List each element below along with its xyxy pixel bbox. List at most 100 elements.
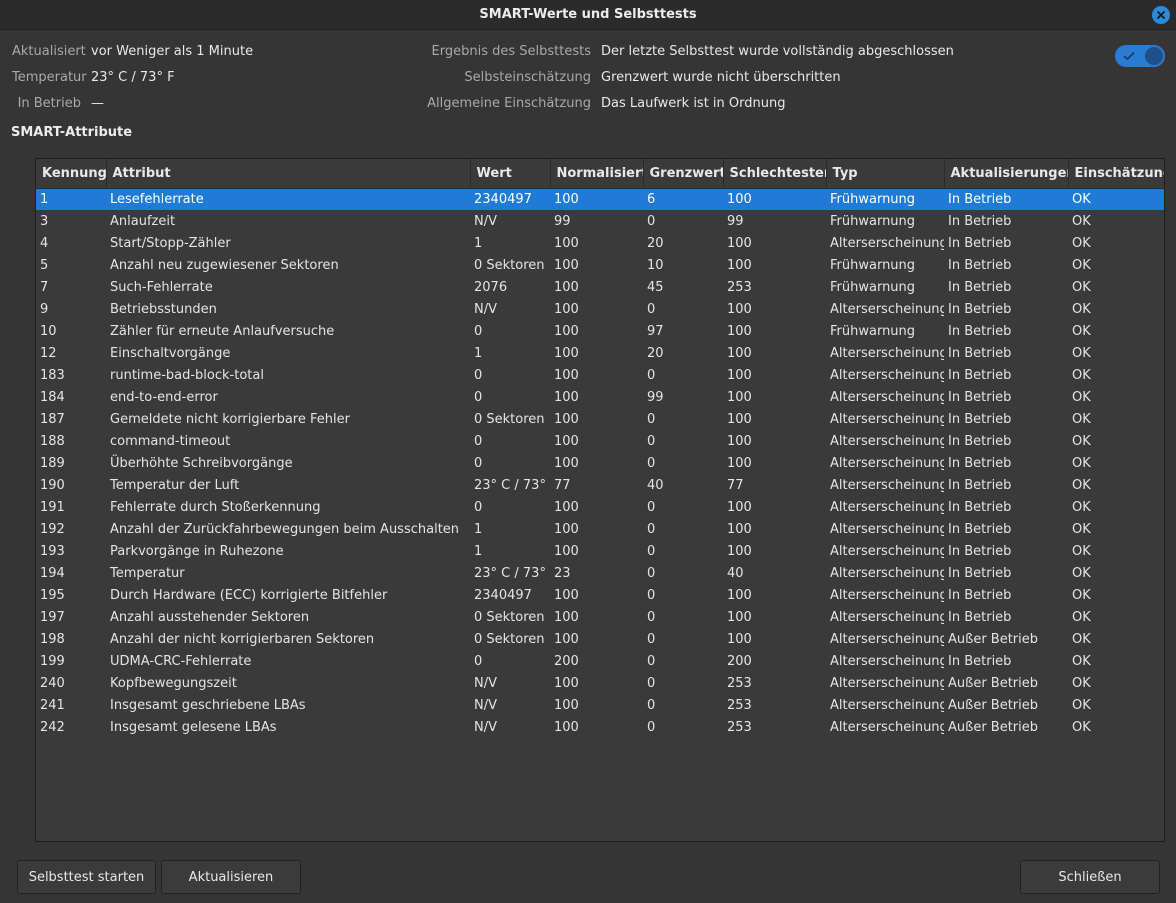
table-cell: Frühwarnung xyxy=(830,323,916,339)
table-row[interactable]: 188 command-timeout 0 100 0 100 Alterserschein… xyxy=(36,430,1164,452)
table-row[interactable]: 191 Fehlerrate durch Stoßerkennung 0 100 0 10… xyxy=(36,496,1164,518)
table-cell: 100 xyxy=(554,499,579,515)
table-row[interactable]: 189 Überhöhte Schreibvorgänge 0 100 0 100 Alte… xyxy=(36,452,1164,474)
column-header[interactable]: Attribut xyxy=(106,159,471,189)
table-cell: 0 xyxy=(647,433,656,449)
table-cell: runtime-bad-block-total xyxy=(110,367,264,383)
toggle-knob xyxy=(1145,47,1163,65)
table-row[interactable]: 1 Lesefehlerrate 2340497 100 6 100 Frühwarnung… xyxy=(36,188,1164,210)
table-cell: OK xyxy=(1072,235,1091,251)
table-row[interactable]: 242 Insgesamt gelesene LBAs N/V 100 0 253 Alte… xyxy=(36,716,1164,738)
table-cell: OK xyxy=(1072,323,1091,339)
table-cell: Alterserscheinung xyxy=(830,719,944,735)
table-cell: Alterserscheinung xyxy=(830,411,944,427)
table-row[interactable]: 4 Start/Stopp-Zähler 1 100 20 100 Altersersche… xyxy=(36,232,1164,254)
table-cell: Alterserscheinung xyxy=(830,235,944,251)
column-header[interactable]: Einschätzung xyxy=(1068,159,1164,189)
updated-label: Aktualisiert xyxy=(12,44,86,59)
table-cell: Überhöhte Schreibvorgänge xyxy=(110,455,293,471)
table-row[interactable]: 193 Parkvorgänge in Ruhezone 1 100 0 100 Alter… xyxy=(36,540,1164,562)
table-cell: OK xyxy=(1072,543,1091,559)
table-row[interactable]: 183 runtime-bad-block-total 0 100 0 100 Alters… xyxy=(36,364,1164,386)
table-cell: OK xyxy=(1072,631,1091,647)
table-cell: 40 xyxy=(647,477,664,493)
table-cell: 0 Sektoren xyxy=(474,257,545,273)
table-row[interactable]: 184 end-to-end-error 0 100 99 100 Altersersche… xyxy=(36,386,1164,408)
table-row[interactable]: 198 Anzahl der nicht korrigierbaren Sekto… xyxy=(36,628,1164,650)
column-header[interactable]: Kennung xyxy=(36,159,107,189)
table-cell: In Betrieb xyxy=(948,411,1012,427)
table-cell: Alterserscheinung xyxy=(830,631,944,647)
table-cell: 100 xyxy=(554,345,579,361)
close-button[interactable]: Schließen xyxy=(1020,860,1160,894)
table-row[interactable]: 9 Betriebsstunden N/V 100 0 100 Alterserschein… xyxy=(36,298,1164,320)
table-cell: Außer Betrieb xyxy=(948,631,1039,647)
table-row[interactable]: 192 Anzahl der Zurückfahrbewegungen beim … xyxy=(36,518,1164,540)
table-cell: Alterserscheinung xyxy=(830,301,944,317)
table-cell: Insgesamt gelesene LBAs xyxy=(110,719,277,735)
table-cell: Alterserscheinung xyxy=(830,675,944,691)
table-cell: OK xyxy=(1072,499,1091,515)
table-cell: Alterserscheinung xyxy=(830,455,944,471)
smart-attributes-table[interactable]: Kennung Attribut Wert Normalisiert Grenz… xyxy=(35,158,1165,842)
smart-enable-toggle[interactable] xyxy=(1115,45,1165,67)
table-row[interactable]: 5 Anzahl neu zugewiesener Sektoren 0 Sekto… xyxy=(36,254,1164,276)
table-cell: OK xyxy=(1072,653,1091,669)
table-cell: Außer Betrieb xyxy=(948,697,1039,713)
table-cell: 99 xyxy=(647,389,664,405)
column-header[interactable]: Aktualisierungen xyxy=(944,159,1069,189)
table-cell: OK xyxy=(1072,609,1091,625)
column-header[interactable]: Grenzwert xyxy=(643,159,724,189)
table-cell: 100 xyxy=(727,367,752,383)
window-title: SMART-Werte und Selbsttests xyxy=(479,7,697,22)
table-cell: 23° C / 73° F xyxy=(474,565,550,581)
table-row[interactable]: 199 UDMA-CRC-Fehlerrate 0 200 0 200 Altersersc… xyxy=(36,650,1164,672)
table-cell: In Betrieb xyxy=(948,323,1012,339)
start-selftest-button[interactable]: Selbsttest starten xyxy=(17,860,156,894)
table-cell: Alterserscheinung xyxy=(830,521,944,537)
table-row[interactable]: 12 Einschaltvorgänge 1 100 20 100 Altersersche… xyxy=(36,342,1164,364)
table-row[interactable]: 197 Anzahl ausstehender Sektoren 0 Sektore… xyxy=(36,606,1164,628)
table-cell: 100 xyxy=(727,499,752,515)
table-cell: 100 xyxy=(727,345,752,361)
table-cell: 188 xyxy=(40,433,65,449)
table-row[interactable]: 190 Temperatur der Luft 23° C / 73° F 77 40 7… xyxy=(36,474,1164,496)
table-cell: Anzahl der Zurückfahrbewegungen beim Aus… xyxy=(110,521,460,537)
table-cell: 0 xyxy=(474,499,483,515)
table-cell: 3 xyxy=(40,213,49,229)
table-cell: Alterserscheinung xyxy=(830,543,944,559)
table-cell: 100 xyxy=(727,301,752,317)
table-row[interactable]: 7 Such-Fehlerrate 2076 100 45 253 Frühwarnung I… xyxy=(36,276,1164,298)
table-row[interactable]: 240 Kopfbewegungszeit N/V 100 0 253 Altersersc… xyxy=(36,672,1164,694)
table-row[interactable]: 241 Insgesamt geschriebene LBAs N/V 100 0 253… xyxy=(36,694,1164,716)
table-cell: 0 xyxy=(474,455,483,471)
column-header[interactable]: Schlechtester xyxy=(723,159,827,189)
table-cell: 0 xyxy=(647,455,656,471)
table-row[interactable]: 195 Durch Hardware (ECC) korrigierte Bitf… xyxy=(36,584,1164,606)
table-cell: In Betrieb xyxy=(948,609,1012,625)
table-cell: 7 xyxy=(40,279,49,295)
check-icon xyxy=(1123,52,1135,60)
table-cell: In Betrieb xyxy=(948,543,1012,559)
column-header[interactable]: Normalisiert xyxy=(550,159,644,189)
table-row[interactable]: 187 Gemeldete nicht korrigierbare Fehler 0… xyxy=(36,408,1164,430)
table-row[interactable]: 3 Anlaufzeit N/V 99 0 99 Frühwarnung In Betrieb… xyxy=(36,210,1164,232)
table-row[interactable]: 10 Zähler für erneute Anlaufversuche 0 100 9… xyxy=(36,320,1164,342)
table-cell: 1 xyxy=(474,543,483,559)
table-row[interactable]: 194 Temperatur 23° C / 73° F 23 0 40 Altersers… xyxy=(36,562,1164,584)
table-cell: UDMA-CRC-Fehlerrate xyxy=(110,653,252,669)
table-cell: 0 xyxy=(647,213,656,229)
table-cell: OK xyxy=(1072,301,1091,317)
table-cell: 100 xyxy=(554,257,579,273)
table-cell: OK xyxy=(1072,411,1091,427)
refresh-button[interactable]: Aktualisieren xyxy=(161,860,301,894)
table-cell: Such-Fehlerrate xyxy=(110,279,213,295)
column-header[interactable]: Typ xyxy=(826,159,945,189)
table-cell: 0 xyxy=(647,609,656,625)
table-cell: 99 xyxy=(554,213,571,229)
close-window-button[interactable] xyxy=(1152,6,1170,24)
column-header[interactable]: Wert xyxy=(470,159,551,189)
table-cell: 100 xyxy=(554,719,579,735)
table-cell: In Betrieb xyxy=(948,455,1012,471)
table-cell: 198 xyxy=(40,631,65,647)
